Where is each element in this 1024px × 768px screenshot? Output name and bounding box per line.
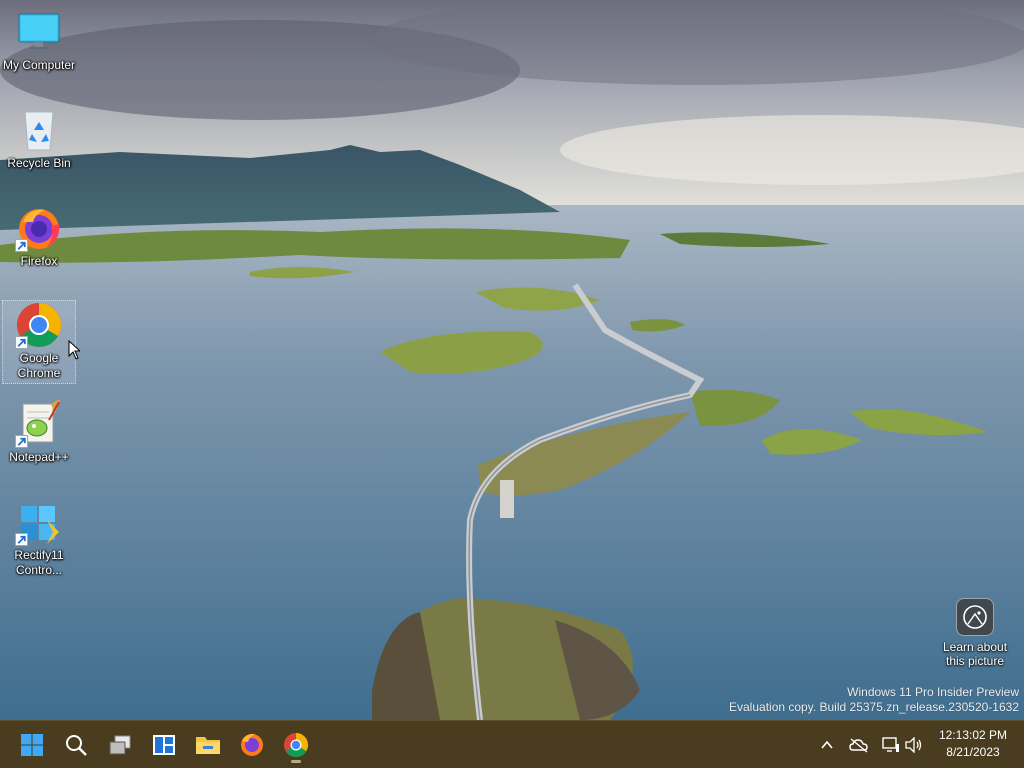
desktop-icon-notepad-plus-plus[interactable]: Notepad++ [2,400,76,465]
task-view-icon [109,735,131,755]
monitor-icon [15,8,63,56]
taskbar-chrome-button[interactable] [278,727,314,763]
wallpaper [0,0,1024,720]
folder-icon [196,737,220,754]
network-icon [882,737,899,752]
learn-about-picture-button[interactable]: Learn about this picture [936,598,1014,668]
desktop-icon-label: Notepad++ [9,450,69,464]
firefox-icon [241,733,263,756]
desktop-icon-label: Google Chrome [17,351,61,380]
show-hidden-icons-button[interactable] [816,734,838,756]
search-icon [66,735,87,756]
windows-logo-icon [21,734,43,756]
learn-about-picture-label: Learn about this picture [942,640,1008,668]
desktop-icon-google-chrome[interactable]: Google Chrome [2,300,76,384]
onedrive-tray-button[interactable] [848,734,870,756]
shortcut-arrow-icon [15,336,28,349]
taskbar-firefox-button[interactable] [234,727,270,763]
recycle-bin-icon [15,106,63,154]
volume-tray-button[interactable] [903,734,925,756]
desktop-icon-label: Firefox [20,254,58,268]
desktop-icon-firefox[interactable]: Firefox [2,204,76,269]
notepad-plus-plus-icon [15,400,63,448]
file-explorer-button[interactable] [190,727,226,763]
cloud-off-icon [849,738,868,753]
camera-aperture-icon [956,598,994,636]
widgets-button[interactable] [146,727,182,763]
desktop-icon-label: Rectify11 Contro... [14,548,64,577]
desktop-icon-label: My Computer [2,58,76,72]
task-view-button[interactable] [102,727,138,763]
running-indicator [291,760,301,763]
desktop-icon-label: Recycle Bin [7,156,71,170]
desktop-icon-rectify11[interactable]: Rectify11 Contro... [2,498,76,578]
taskbar: 12:13:02 PM 8/21/2023 [0,720,1024,768]
search-button[interactable] [58,727,94,763]
watermark-line-1: Windows 11 Pro Insider Preview [847,685,1019,699]
shortcut-arrow-icon [15,239,28,252]
rectify11-icon [15,498,63,546]
mouse-cursor-icon [68,340,80,360]
widgets-icon [153,735,175,755]
clock-date: 8/21/2023 [946,745,1000,759]
desktop[interactable]: My Computer Recycle Bin Firefox Google C… [0,0,1024,720]
network-tray-button[interactable] [880,734,902,756]
chrome-icon [284,733,309,758]
watermark-line-2: Evaluation copy. Build 25375.zn_release.… [729,700,1019,714]
desktop-icon-my-computer[interactable]: My Computer [2,8,76,73]
evaluation-watermark: Windows 11 Pro Insider Preview Evaluatio… [729,685,1019,715]
clock-button[interactable]: 12:13:02 PM 8/21/2023 [930,727,1016,761]
volume-icon [905,737,922,753]
desktop-icon-recycle-bin[interactable]: Recycle Bin [2,106,76,171]
chrome-icon [15,301,63,349]
start-button[interactable] [14,727,50,763]
shortcut-arrow-icon [15,533,28,546]
firefox-icon [15,204,63,252]
clock-time: 12:13:02 PM [938,728,1008,742]
chevron-up-icon [821,740,833,749]
shortcut-arrow-icon [15,435,28,448]
